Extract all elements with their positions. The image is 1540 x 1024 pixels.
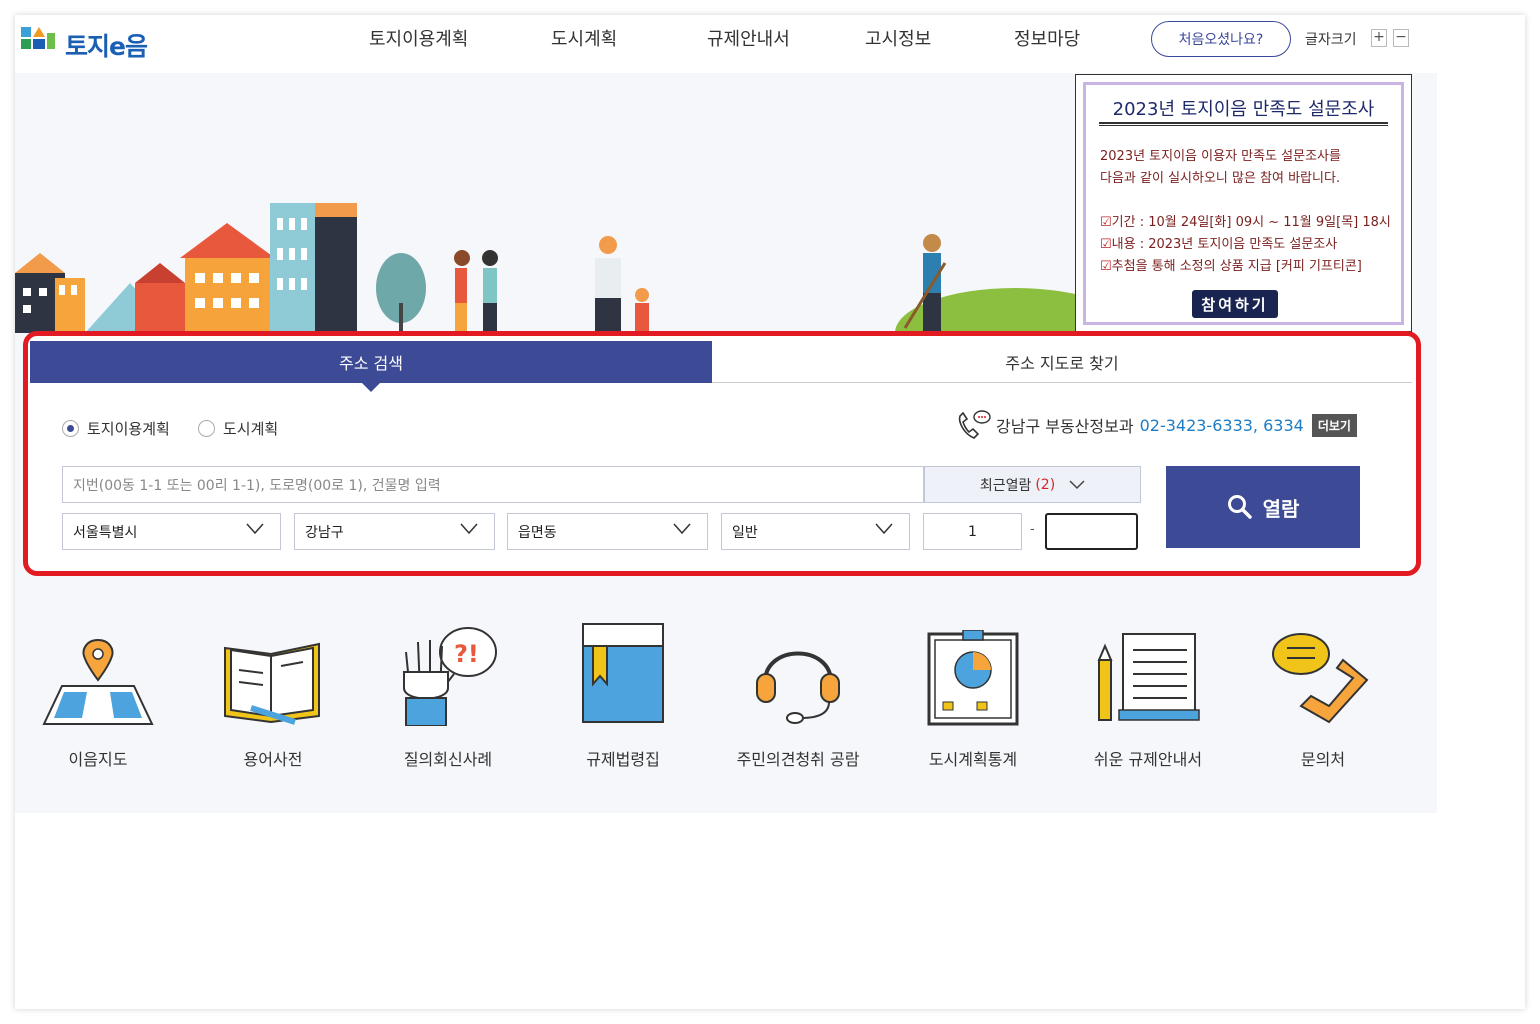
contact-info: 강남구 부동산정보과 02-3423-6333, 6334 더보기 <box>954 408 1357 442</box>
quick-link-law-book-label: 규제법령집 <box>586 750 660 769</box>
chevron-down-icon <box>875 523 893 535</box>
contact-department: 강남구 부동산정보과 <box>996 417 1134 436</box>
nav-regulation-guide[interactable]: 규제안내서 <box>707 25 790 51</box>
quick-link-urban-stats-label: 도시계획통계 <box>928 750 1018 769</box>
font-decrease-button[interactable]: − <box>1393 29 1409 47</box>
survey-reward: ☑추첨을 통해 소정의 상품 지급 [커피 기프티콘] <box>1100 255 1362 274</box>
font-size-label: 글자크기 <box>1305 32 1357 48</box>
law-book-icon <box>582 623 664 723</box>
lot-number-dash: - <box>1030 522 1035 537</box>
chevron-down-icon <box>460 523 478 535</box>
survey-intro-1: 2023년 토지이음 이용자 만족도 설문조사를 <box>1100 149 1341 164</box>
nav-info-plaza[interactable]: 정보마당 <box>1014 25 1080 51</box>
book-icon <box>224 642 320 725</box>
contact-phone[interactable]: 02-3423-6333, 6334 <box>1140 416 1304 435</box>
view-button-label: 열람 <box>1262 496 1300 521</box>
browser-frame: 토지e음 토지이용계획 도시계획 규제안내서 고시정보 정보마당 처음오셨나요?… <box>15 15 1525 1009</box>
logo-icon <box>21 27 55 49</box>
survey-reward-text: 추첨을 통해 소정의 상품 지급 [커피 기프티콘] <box>1111 259 1362 274</box>
nav-urban-plan[interactable]: 도시계획 <box>551 25 617 51</box>
search-icon <box>1227 495 1252 519</box>
quick-links-section: 이음지도 용어사전 ?! 질의회신사례 규제법령집 주민의견청취 공람 도시계획… <box>15 577 1437 813</box>
site-logo[interactable]: 토지e음 <box>19 23 169 61</box>
survey-title-rule <box>1099 122 1388 126</box>
quick-link-easy-guide[interactable]: 쉬운 규제안내서 <box>1073 621 1223 770</box>
district-select-value: 강남구 <box>305 524 344 541</box>
chevron-down-icon <box>1069 479 1085 489</box>
tab-pointer-icon <box>362 383 380 392</box>
chevron-down-icon <box>246 523 264 535</box>
font-increase-button[interactable]: + <box>1371 29 1387 47</box>
quick-link-law-book[interactable]: 규제법령집 <box>548 621 698 770</box>
survey-join-button[interactable]: 참여하기 <box>1192 290 1278 318</box>
dong-select[interactable]: 읍면동 <box>507 513 708 550</box>
survey-intro-2: 다음과 같이 실시하오니 많은 참여 바랍니다. <box>1100 171 1341 186</box>
check-icon: ☑ <box>1100 215 1112 230</box>
quick-link-contact-label: 문의처 <box>1300 750 1346 769</box>
city-select-value: 서울특별시 <box>73 524 138 541</box>
nav-land-use-plan[interactable]: 토지이용계획 <box>369 25 468 51</box>
survey-title: 2023년 토지이음 만족도 설문조사 <box>1112 99 1375 120</box>
quick-link-public-hearing[interactable]: 주민의견청취 공람 <box>723 621 873 770</box>
document-pencil-icon <box>1097 633 1200 721</box>
quick-link-map[interactable]: 이음지도 <box>23 621 173 770</box>
recent-views-dropdown[interactable]: 최근열람 (2) <box>924 466 1141 503</box>
district-select[interactable]: 강남구 <box>294 513 495 550</box>
quick-link-dictionary[interactable]: 용어사전 <box>198 621 348 770</box>
quick-link-qna-cases[interactable]: ?! 질의회신사례 <box>373 621 523 770</box>
address-search-panel: 주소 검색 주소 지도로 찾기 토지이용계획 도시계획 강남구 부동산정보과 0… <box>23 331 1421 576</box>
radio-unchecked-icon <box>198 420 215 437</box>
tab-address-search-label: 주소 검색 <box>339 354 403 373</box>
radio-urban-plan[interactable]: 도시계획 <box>198 418 278 439</box>
lot-type-select-value: 일반 <box>732 524 758 541</box>
radio-land-use-plan[interactable]: 토지이용계획 <box>62 418 170 439</box>
quick-link-map-label: 이음지도 <box>68 750 128 769</box>
quick-link-easy-guide-label: 쉬운 규제안내서 <box>1093 750 1203 769</box>
radio-urban-plan-label: 도시계획 <box>223 420 279 438</box>
phone-chat-icon <box>958 410 991 439</box>
more-button[interactable]: 더보기 <box>1311 413 1357 437</box>
recent-views-label: 최근열람 <box>979 477 1032 494</box>
tab-map-search[interactable]: 주소 지도로 찾기 <box>712 341 1412 383</box>
check-icon: ☑ <box>1100 259 1112 274</box>
main-lot-number-input[interactable]: 1 <box>923 513 1022 550</box>
survey-popup: 2023년 토지이음 만족도 설문조사 2023년 토지이음 이용자 만족도 설… <box>1075 74 1412 332</box>
recent-views-count: (2) <box>1035 476 1056 493</box>
quick-link-public-hearing-label: 주민의견청취 공람 <box>736 750 860 769</box>
quick-link-qna-cases-label: 질의회신사례 <box>403 750 493 769</box>
statistics-board-icon <box>927 630 1019 726</box>
sub-lot-number-input[interactable] <box>1045 513 1138 550</box>
chevron-down-icon <box>673 523 691 535</box>
view-button[interactable]: 열람 <box>1166 466 1360 548</box>
quick-link-urban-stats[interactable]: 도시계획통계 <box>898 621 1048 770</box>
radio-land-use-plan-label: 토지이용계획 <box>87 420 170 438</box>
survey-popup-inner: 2023년 토지이음 만족도 설문조사 2023년 토지이음 이용자 만족도 설… <box>1083 82 1404 325</box>
radio-checked-icon <box>62 420 79 437</box>
lot-type-select[interactable]: 일반 <box>721 513 910 550</box>
question-hand-icon: ?! <box>403 627 497 726</box>
svg-text:?!: ?! <box>454 640 479 668</box>
quick-link-dictionary-label: 용어사전 <box>243 750 303 769</box>
map-pin-icon <box>42 638 154 725</box>
check-icon: ☑ <box>1100 237 1112 252</box>
address-search-input[interactable]: 지번(00동 1-1 또는 00리 1-1), 도로명(00로 1), 건물명 … <box>62 466 924 503</box>
survey-period: ☑기간 : 10월 24일[화] 09시 ~ 11월 9일[목] 18시 <box>1100 211 1391 230</box>
nav-notice-info[interactable]: 고시정보 <box>865 25 931 51</box>
first-visit-button[interactable]: 처음오셨나요? <box>1151 21 1291 57</box>
dong-select-value: 읍면동 <box>518 524 557 541</box>
logo-text: 토지e음 <box>65 32 148 61</box>
survey-period-text: 기간 : 10월 24일[화] 09시 ~ 11월 9일[목] 18시 <box>1111 215 1391 230</box>
headset-icon <box>756 651 840 724</box>
survey-content: ☑내용 : 2023년 토지이음 만족도 설문조사 <box>1100 233 1337 252</box>
tab-address-search[interactable]: 주소 검색 <box>30 341 712 392</box>
survey-content-text: 내용 : 2023년 토지이음 만족도 설문조사 <box>1111 237 1338 252</box>
quick-link-contact[interactable]: 문의처 <box>1248 621 1398 770</box>
phone-speech-icon <box>1272 633 1369 724</box>
city-select[interactable]: 서울특별시 <box>62 513 281 550</box>
site-header: 토지e음 토지이용계획 도시계획 규제안내서 고시정보 정보마당 처음오셨나요?… <box>15 15 1525 73</box>
